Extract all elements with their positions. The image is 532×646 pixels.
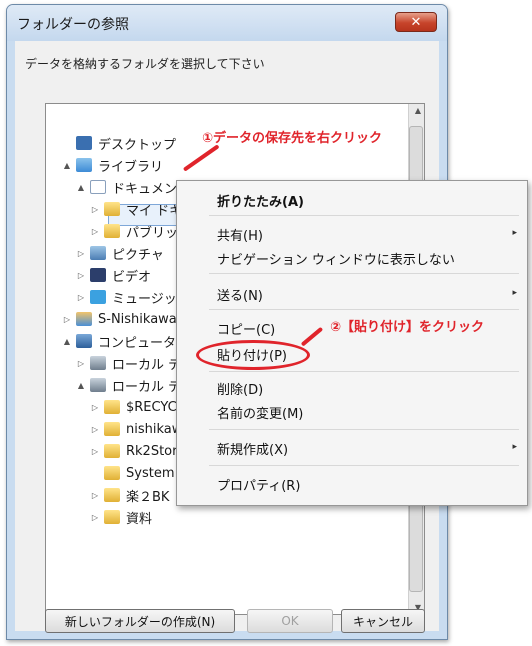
folder-icon <box>104 488 120 502</box>
expand-arrow-icon[interactable]: ▷ <box>76 249 86 258</box>
video-icon <box>90 268 106 282</box>
close-button[interactable]: ✕ <box>395 12 437 32</box>
tree-node[interactable]: ▷ ピクチャ <box>76 242 164 264</box>
annotation-step2: ②【貼り付け】をクリック <box>330 320 485 335</box>
tree-node-label: S-Nishikawa <box>98 311 177 327</box>
submenu-arrow-icon: ▸ <box>512 228 517 238</box>
tree-node-label: ローカル デ <box>112 357 182 373</box>
ok-button[interactable]: OK <box>247 609 333 633</box>
tree-node[interactable]: デスクトップ <box>62 132 176 154</box>
new-folder-button[interactable]: 新しいフォルダーの作成(N) <box>45 609 235 633</box>
menu-item-delete[interactable]: 削除(D) <box>217 379 263 398</box>
desktop-icon <box>76 136 92 150</box>
expand-arrow-icon[interactable]: ▷ <box>90 227 100 236</box>
tree-node[interactable]: ▲ ライブラリ <box>62 154 163 176</box>
menu-separator <box>209 465 519 466</box>
instruction-text: データを格納するフォルダを選択して下さい <box>25 57 265 71</box>
user-icon <box>76 312 92 326</box>
disk-icon <box>90 378 106 392</box>
folder-icon <box>104 202 120 216</box>
tree-node-label: 楽２BK <box>126 489 170 505</box>
submenu-arrow-icon: ▸ <box>512 442 517 452</box>
menu-item-collapse[interactable]: 折りたたみ(A) <box>217 191 304 210</box>
collapse-arrow-icon[interactable]: ▲ <box>62 337 72 346</box>
tree-node-label: ライブラリ <box>98 159 164 175</box>
folder-icon <box>104 400 120 414</box>
menu-item-rename[interactable]: 名前の変更(M) <box>217 403 303 422</box>
collapse-arrow-icon[interactable]: ▲ <box>76 381 86 390</box>
menu-separator <box>209 273 519 274</box>
document-icon <box>90 180 106 194</box>
menu-separator <box>209 309 519 310</box>
expand-arrow-icon[interactable]: ▷ <box>76 359 86 368</box>
expand-arrow-icon[interactable]: ▷ <box>90 425 100 434</box>
menu-separator <box>209 429 519 430</box>
tree-node-label: 資料 <box>126 511 153 527</box>
expand-arrow-icon[interactable]: ▷ <box>90 205 100 214</box>
computer-icon <box>76 334 92 348</box>
menu-item-share[interactable]: 共有(H) <box>217 225 263 244</box>
tree-node[interactable]: ▷ S-Nishikawa <box>62 308 177 330</box>
tree-node[interactable]: ▲ ローカル デ <box>76 374 181 396</box>
folder-icon <box>104 224 120 238</box>
submenu-arrow-icon: ▸ <box>512 288 517 298</box>
collapse-arrow-icon[interactable]: ▲ <box>62 161 72 170</box>
expand-arrow-icon[interactable]: ▷ <box>90 513 100 522</box>
scroll-up-arrow-icon[interactable]: ▲ <box>415 106 421 115</box>
title-bar: フォルダーの参照 ✕ <box>7 5 447 41</box>
menu-separator <box>209 371 519 372</box>
pictures-icon <box>90 246 106 260</box>
expand-arrow-icon[interactable]: ▷ <box>90 447 100 456</box>
menu-item-hide-nav[interactable]: ナビゲーション ウィンドウに表示しない <box>217 249 455 268</box>
tree-node-label: デスクトップ <box>98 137 177 153</box>
menu-item-new[interactable]: 新規作成(X) <box>217 439 288 458</box>
expand-arrow-icon[interactable]: ▷ <box>76 271 86 280</box>
folder-icon <box>104 510 120 524</box>
tree-node[interactable]: ▲ コンピューター <box>62 330 189 352</box>
annotation-highlight-oval <box>196 340 310 370</box>
tree-node[interactable]: ▷ ビデオ <box>76 264 151 286</box>
folder-icon <box>104 422 120 436</box>
cancel-button[interactable]: キャンセル <box>341 609 425 633</box>
tree-node-label: ピクチャ <box>112 247 164 263</box>
disk-icon <box>90 356 106 370</box>
tree-node[interactable]: ▲ ドキュメント <box>76 176 190 198</box>
folder-icon <box>104 444 120 458</box>
expand-arrow-icon[interactable]: ▷ <box>76 293 86 302</box>
menu-separator <box>209 215 519 216</box>
tree-node-label: ローカル デ <box>112 379 182 395</box>
library-icon <box>76 158 92 172</box>
menu-item-properties[interactable]: プロパティ(R) <box>217 475 300 494</box>
expand-arrow-icon[interactable]: ▷ <box>90 403 100 412</box>
expand-arrow-icon[interactable]: ▷ <box>90 491 100 500</box>
menu-item-copy[interactable]: コピー(C) <box>217 319 275 338</box>
menu-item-send-to[interactable]: 送る(N) <box>217 285 263 304</box>
tree-node[interactable]: ▷ 資料 <box>90 506 152 528</box>
expand-arrow-icon[interactable]: ▷ <box>62 315 72 324</box>
tree-node[interactable]: ▷ 楽２BK <box>90 484 169 506</box>
collapse-arrow-icon[interactable]: ▲ <box>76 183 86 192</box>
folder-icon <box>104 466 120 480</box>
tree-node-label: ビデオ <box>112 269 152 285</box>
close-icon: ✕ <box>410 14 422 30</box>
dialog-title: フォルダーの参照 <box>17 17 129 33</box>
tree-node[interactable]: ▷ ローカル デ <box>76 352 181 374</box>
tree-node[interactable]: ▷ ミュージック <box>76 286 190 308</box>
music-icon <box>90 290 106 304</box>
annotation-step1: ①データの保存先を右クリック <box>202 131 383 146</box>
